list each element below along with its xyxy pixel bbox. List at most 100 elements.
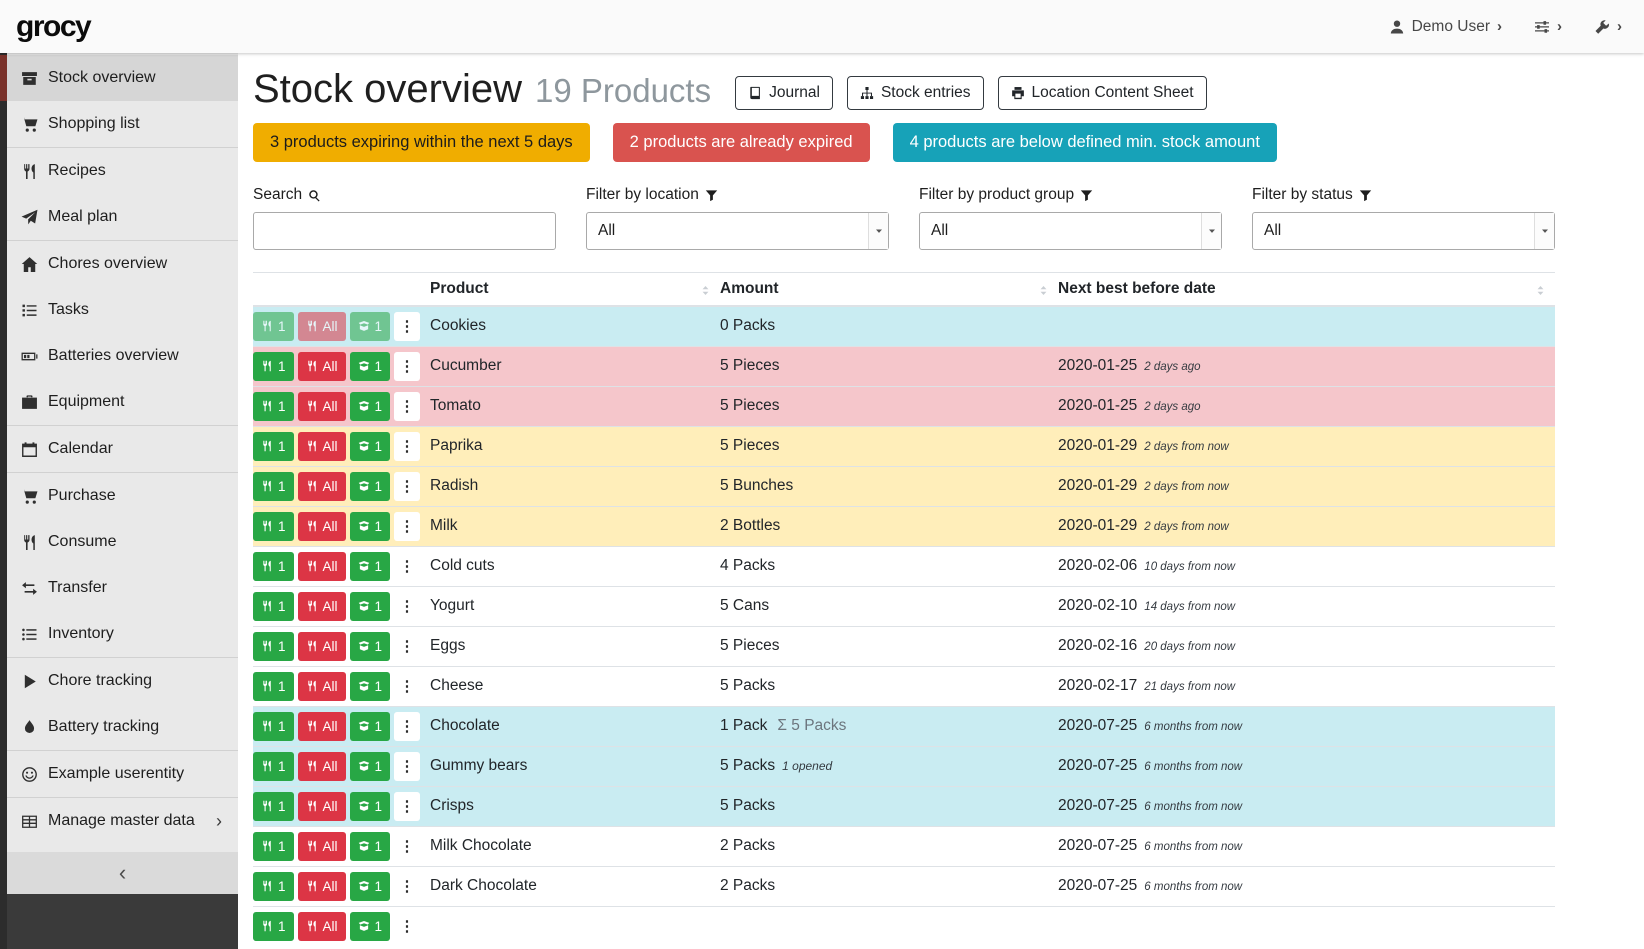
admin-menu[interactable]: › — [1594, 18, 1622, 35]
consume-one-button[interactable]: 1 — [253, 752, 294, 781]
consume-one-button[interactable]: 1 — [253, 672, 294, 701]
sidebar-item-example-userentity[interactable]: Example userentity — [7, 751, 238, 797]
consume-all-button[interactable]: All — [298, 712, 346, 741]
sidebar-item-chores-overview[interactable]: Chores overview — [7, 241, 238, 287]
consume-one-button[interactable]: 1 — [253, 392, 294, 421]
sidebar-item-purchase[interactable]: Purchase — [7, 473, 238, 519]
row-menu-button[interactable]: ⋮ — [394, 512, 420, 541]
row-menu-button[interactable]: ⋮ — [394, 632, 420, 661]
consume-one-button[interactable]: 1 — [253, 312, 294, 341]
open-one-button[interactable]: 1 — [350, 792, 391, 821]
consume-one-button[interactable]: 1 — [253, 832, 294, 861]
open-one-button[interactable]: 1 — [350, 752, 391, 781]
consume-all-button[interactable]: All — [298, 472, 346, 501]
consume-all-button[interactable]: All — [298, 392, 346, 421]
consume-one-button[interactable]: 1 — [253, 352, 294, 381]
consume-one-button[interactable]: 1 — [253, 472, 294, 501]
search-input[interactable] — [253, 212, 556, 250]
consume-all-button[interactable]: All — [298, 552, 346, 581]
sidebar-item-consume[interactable]: Consume — [7, 519, 238, 565]
sidebar-item-meal-plan[interactable]: Meal plan — [7, 194, 238, 240]
open-one-button[interactable]: 1 — [350, 352, 391, 381]
journal-button[interactable]: Journal — [735, 76, 833, 110]
open-one-button[interactable]: 1 — [350, 392, 391, 421]
consume-one-button[interactable]: 1 — [253, 592, 294, 621]
box-open-icon — [358, 320, 370, 332]
consume-one-button[interactable]: 1 — [253, 792, 294, 821]
row-menu-button[interactable]: ⋮ — [394, 872, 420, 901]
row-menu-button[interactable]: ⋮ — [394, 912, 420, 941]
product-group-select[interactable]: All — [919, 212, 1222, 250]
open-one-button[interactable]: 1 — [350, 552, 391, 581]
sidebar-item-manage-master-data[interactable]: Manage master data› — [7, 798, 238, 844]
open-one-button[interactable]: 1 — [350, 832, 391, 861]
column-header-next-best-before-date[interactable]: Next best before date — [1058, 273, 1555, 307]
status-select[interactable]: All — [1252, 212, 1555, 250]
row-menu-button[interactable]: ⋮ — [394, 552, 420, 581]
consume-all-button[interactable]: All — [298, 872, 346, 901]
row-menu-button[interactable]: ⋮ — [394, 392, 420, 421]
row-menu-button[interactable]: ⋮ — [394, 712, 420, 741]
consume-one-button[interactable]: 1 — [253, 872, 294, 901]
consume-one-button[interactable]: 1 — [253, 552, 294, 581]
row-menu-button[interactable]: ⋮ — [394, 832, 420, 861]
consume-all-button[interactable]: All — [298, 592, 346, 621]
open-one-button[interactable]: 1 — [350, 632, 391, 661]
consume-all-button[interactable]: All — [298, 512, 346, 541]
consume-all-button[interactable]: All — [298, 352, 346, 381]
consume-one-button[interactable]: 1 — [253, 912, 294, 941]
open-one-button[interactable]: 1 — [350, 712, 391, 741]
stock-entries-button[interactable]: Stock entries — [847, 76, 984, 110]
consume-all-button[interactable]: All — [298, 792, 346, 821]
row-menu-button[interactable]: ⋮ — [394, 472, 420, 501]
consume-all-button[interactable]: All — [298, 312, 346, 341]
sidebar-item-battery-tracking[interactable]: Battery tracking — [7, 704, 238, 750]
row-menu-button[interactable]: ⋮ — [394, 592, 420, 621]
column-header-amount[interactable]: Amount — [720, 273, 1058, 307]
consume-one-button[interactable]: 1 — [253, 512, 294, 541]
sidebar-item-stock-overview[interactable]: Stock overview — [7, 55, 238, 101]
sidebar-item-inventory[interactable]: Inventory — [7, 611, 238, 657]
row-menu-button[interactable]: ⋮ — [394, 352, 420, 381]
sidebar-item-calendar[interactable]: Calendar — [7, 426, 238, 472]
row-menu-button[interactable]: ⋮ — [394, 432, 420, 461]
row-menu-button[interactable]: ⋮ — [394, 672, 420, 701]
sidebar-item-chore-tracking[interactable]: Chore tracking — [7, 658, 238, 704]
row-menu-button[interactable]: ⋮ — [394, 312, 420, 341]
alert-warning[interactable]: 3 products expiring within the next 5 da… — [253, 123, 590, 162]
consume-all-button[interactable]: All — [298, 672, 346, 701]
consume-one-button[interactable]: 1 — [253, 632, 294, 661]
open-one-button[interactable]: 1 — [350, 512, 391, 541]
alert-info[interactable]: 4 products are below defined min. stock … — [893, 123, 1277, 162]
alert-danger[interactable]: 2 products are already expired — [613, 123, 870, 162]
sidebar-item-batteries-overview[interactable]: Batteries overview — [7, 333, 238, 379]
open-one-button[interactable]: 1 — [350, 672, 391, 701]
sidebar-collapse-button[interactable]: ‹ — [7, 852, 238, 894]
consume-all-button[interactable]: All — [298, 632, 346, 661]
row-menu-button[interactable]: ⋮ — [394, 792, 420, 821]
consume-one-button[interactable]: 1 — [253, 712, 294, 741]
consume-all-button[interactable]: All — [298, 432, 346, 461]
sidebar-item-tasks[interactable]: Tasks — [7, 287, 238, 333]
open-one-button[interactable]: 1 — [350, 472, 391, 501]
sidebar-item-recipes[interactable]: Recipes — [7, 148, 238, 194]
open-one-button[interactable]: 1 — [350, 432, 391, 461]
sidebar-item-shopping-list[interactable]: Shopping list — [7, 101, 238, 147]
consume-all-button[interactable]: All — [298, 752, 346, 781]
consume-all-button[interactable]: All — [298, 912, 346, 941]
open-one-button[interactable]: 1 — [350, 912, 391, 941]
location-select[interactable]: All — [586, 212, 889, 250]
sidebar-item-transfer[interactable]: Transfer — [7, 565, 238, 611]
settings-menu[interactable]: › — [1534, 18, 1562, 35]
open-one-button[interactable]: 1 — [350, 872, 391, 901]
row-menu-button[interactable]: ⋮ — [394, 752, 420, 781]
sidebar-item-equipment[interactable]: Equipment — [7, 379, 238, 425]
location-content-sheet-button[interactable]: Location Content Sheet — [998, 76, 1207, 110]
column-header-product[interactable]: Product — [430, 273, 720, 307]
open-one-button[interactable]: 1 — [350, 312, 391, 341]
open-one-button[interactable]: 1 — [350, 592, 391, 621]
consume-all-button[interactable]: All — [298, 832, 346, 861]
user-menu[interactable]: Demo User › — [1389, 18, 1502, 36]
app-logo[interactable]: grocy — [16, 10, 90, 44]
consume-one-button[interactable]: 1 — [253, 432, 294, 461]
